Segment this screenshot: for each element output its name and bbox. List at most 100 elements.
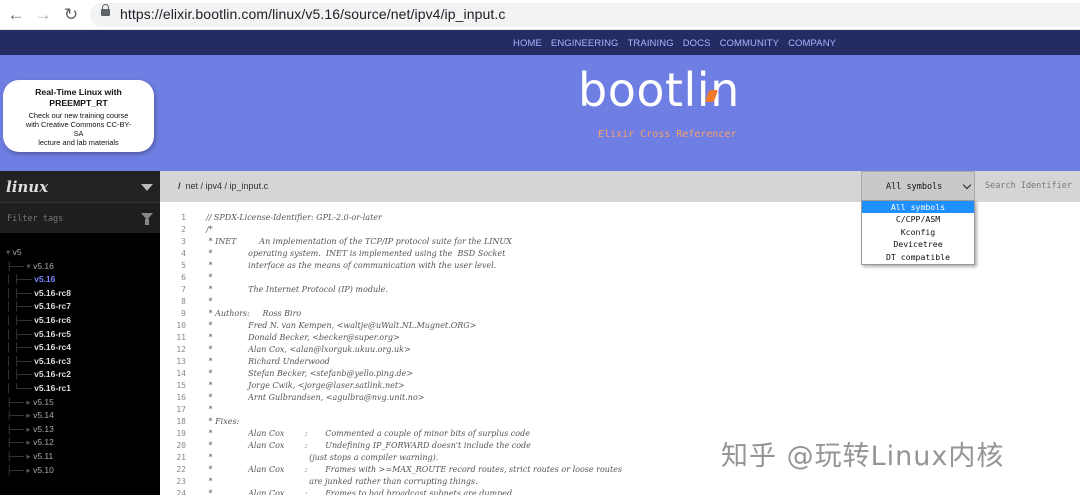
line-number[interactable]: 15 <box>160 381 186 390</box>
version-tree-item[interactable]: ├── ▸ v5.15 <box>6 397 54 408</box>
version-label[interactable]: v5.16-rc5 <box>34 329 71 339</box>
breadcrumb-root[interactable]: / <box>178 181 181 191</box>
version-tree-item[interactable]: ▾ v5 <box>6 247 22 258</box>
nav-company-link[interactable]: COMPANY <box>788 38 836 49</box>
code-line: * <box>206 405 213 414</box>
line-number[interactable]: 10 <box>160 321 186 330</box>
tree-branch: ├── ▸ <box>6 437 34 448</box>
breadcrumb-path[interactable]: net / ipv4 / ip_input.c <box>186 181 269 191</box>
version-tree-item[interactable]: ├── ▸ v5.10 <box>6 465 54 476</box>
line-number[interactable]: 16 <box>160 393 186 402</box>
line-number[interactable]: 23 <box>160 477 186 486</box>
line-number[interactable]: 7 <box>160 285 186 294</box>
version-label[interactable]: v5.16-rc8 <box>34 288 71 298</box>
symbol-type-dropdown: All symbols C/CPP/ASM Kconfig Devicetree… <box>861 200 975 265</box>
tree-branch: │ ├── <box>6 301 35 312</box>
version-label[interactable]: v5.16-rc4 <box>34 342 71 352</box>
line-number[interactable]: 18 <box>160 417 186 426</box>
version-label[interactable]: v5.16-rc3 <box>34 356 71 366</box>
option-dt-compatible[interactable]: DT compatible <box>862 251 974 263</box>
filter-icon[interactable] <box>141 213 153 225</box>
version-tree-item[interactable]: │ ├── v5.16-rc5 <box>6 329 71 339</box>
line-number[interactable]: 9 <box>160 309 186 318</box>
line-number[interactable]: 6 <box>160 273 186 282</box>
line-number[interactable]: 4 <box>160 249 186 258</box>
line-number[interactable]: 17 <box>160 405 186 414</box>
filter-tags: Filter tags <box>0 202 160 233</box>
version-tree-item[interactable]: ├── ▸ v5.14 <box>6 410 54 421</box>
filter-tags-input[interactable]: Filter tags <box>7 214 63 224</box>
version-label[interactable]: v5.16 <box>34 274 55 284</box>
option-all-symbols[interactable]: All symbols <box>862 201 974 214</box>
version-tree-item[interactable]: │ ├── v5.16-rc4 <box>6 342 71 352</box>
line-number[interactable]: 5 <box>160 261 186 270</box>
version-label[interactable]: v5.16-rc2 <box>34 369 71 379</box>
version-tree-item[interactable]: ├── ▾ v5.16 <box>6 261 54 272</box>
version-tree-item[interactable]: ├── ▸ v5.11 <box>6 451 53 462</box>
forward-icon[interactable]: → <box>32 4 54 26</box>
line-number[interactable]: 12 <box>160 345 186 354</box>
back-icon[interactable]: ← <box>5 4 27 26</box>
version-label[interactable]: v5.16-rc1 <box>34 383 71 393</box>
version-tree-item[interactable]: ├── ▸ v5.13 <box>6 424 54 435</box>
line-number[interactable]: 22 <box>160 465 186 474</box>
option-devicetree[interactable]: Devicetree <box>862 238 974 250</box>
version-label[interactable]: v5.10 <box>33 465 54 475</box>
url-text[interactable]: https://elixir.bootlin.com/linux/v5.16/s… <box>120 6 505 22</box>
address-bar[interactable]: https://elixir.bootlin.com/linux/v5.16/s… <box>90 3 1080 27</box>
version-tree-item[interactable]: ├── ▸ v5.12 <box>6 437 54 448</box>
symbol-type-select[interactable]: All symbols <box>861 171 975 202</box>
site-header: HOME ENGINEERING TRAINING DOCS COMMUNITY… <box>0 30 1080 171</box>
promo-line: SA <box>73 129 84 138</box>
option-kconfig[interactable]: Kconfig <box>862 226 974 238</box>
version-label[interactable]: v5.16-rc6 <box>34 315 71 325</box>
version-tree-item[interactable]: │ └── v5.16-rc1 <box>6 383 71 393</box>
option-c-cpp-asm[interactable]: C/CPP/ASM <box>862 213 974 225</box>
line-number[interactable]: 3 <box>160 237 186 246</box>
line-number[interactable]: 19 <box>160 429 186 438</box>
version-tree-item[interactable]: │ ├── v5.16 <box>6 274 55 284</box>
project-selector[interactable]: linux <box>0 171 160 202</box>
nav-home-link[interactable]: HOME <box>513 38 542 49</box>
watermark: 知乎 @玩转Linux内核 <box>721 441 1005 472</box>
version-label[interactable]: v5 <box>13 247 22 257</box>
line-number[interactable]: 2 <box>160 225 186 234</box>
version-label[interactable]: v5.13 <box>33 424 54 434</box>
version-label[interactable]: v5.11 <box>33 451 53 461</box>
nav-training-link[interactable]: TRAINING <box>628 38 674 49</box>
tree-branch: │ ├── <box>6 355 35 366</box>
code-line: * (just stops a compiler warning). <box>206 453 439 462</box>
chevron-down-icon[interactable] <box>141 184 153 191</box>
version-label[interactable]: v5.15 <box>33 397 54 407</box>
code-line: // SPDX-License-Identifier: GPL-2.0-or-l… <box>206 213 382 222</box>
line-number[interactable]: 14 <box>160 369 186 378</box>
code-line: * Stefan Becker, <stefanb@yello.ping.de> <box>206 369 414 378</box>
version-tree-item[interactable]: │ ├── v5.16-rc6 <box>6 315 71 325</box>
reload-icon[interactable]: ↻ <box>60 4 82 26</box>
search-identifier-input[interactable]: Search Identifier <box>985 181 1072 191</box>
tree-branch: ▾ <box>6 247 13 257</box>
version-label[interactable]: v5.16 <box>33 261 54 271</box>
version-tree-item[interactable]: │ ├── v5.16-rc8 <box>6 288 71 298</box>
version-label[interactable]: v5.16-rc7 <box>34 301 71 311</box>
tree-branch: │ ├── <box>6 369 35 380</box>
version-label[interactable]: v5.12 <box>33 437 54 447</box>
line-number[interactable]: 13 <box>160 357 186 366</box>
training-promo[interactable]: Real-Time Linux with PREEMPT_RT Check ou… <box>3 80 154 152</box>
nav-engineering-link[interactable]: ENGINEERING <box>551 38 619 49</box>
line-number[interactable]: 24 <box>160 489 186 495</box>
nav-docs-link[interactable]: DOCS <box>683 38 711 49</box>
code-line: * Alan Cox : Commented a couple of minor… <box>206 429 530 438</box>
tree-branch: │ ├── <box>6 342 35 353</box>
line-number[interactable]: 1 <box>160 213 186 222</box>
line-number[interactable]: 20 <box>160 441 186 450</box>
version-tree-item[interactable]: │ ├── v5.16-rc3 <box>6 356 71 366</box>
nav-community-link[interactable]: COMMUNITY <box>720 38 779 49</box>
version-label[interactable]: v5.14 <box>33 410 54 420</box>
line-number[interactable]: 21 <box>160 453 186 462</box>
version-tree-item[interactable]: │ ├── v5.16-rc7 <box>6 301 71 311</box>
code-line: * operating system. INET is implemented … <box>206 249 506 258</box>
line-number[interactable]: 11 <box>160 333 186 342</box>
line-number[interactable]: 8 <box>160 297 186 306</box>
version-tree-item[interactable]: │ ├── v5.16-rc2 <box>6 369 71 379</box>
